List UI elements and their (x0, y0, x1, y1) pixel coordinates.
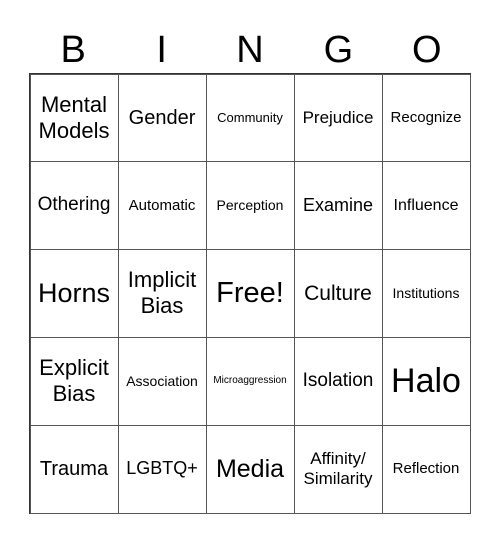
header-letter-b: B (60, 29, 86, 71)
header-letter-i: I (156, 29, 167, 71)
bingo-cell[interactable]: Examine (293, 161, 383, 251)
bingo-cell[interactable]: Isolation (293, 336, 383, 426)
bingo-cell[interactable]: Media (205, 424, 295, 514)
bingo-cell[interactable]: Automatic (117, 161, 207, 251)
bingo-cell[interactable]: Community (205, 73, 295, 163)
bingo-cell[interactable]: Othering (29, 161, 119, 251)
header-letter-n: N (236, 29, 264, 71)
bingo-cell[interactable]: Horns (29, 249, 119, 338)
bingo-cell[interactable]: Influence (381, 161, 471, 251)
bingo-cell[interactable]: Culture (293, 249, 383, 338)
bingo-header: B I N G O (29, 28, 471, 72)
bingo-cell[interactable]: Gender (117, 73, 207, 163)
bingo-cell[interactable]: Halo (381, 336, 471, 426)
bingo-cell[interactable]: Explicit Bias (29, 336, 119, 426)
bingo-cell[interactable]: Microaggression (205, 336, 295, 426)
bingo-cell[interactable]: Affinity/ Similarity (293, 424, 383, 514)
bingo-cell[interactable]: Prejudice (293, 73, 383, 163)
bingo-cell[interactable]: Reflection (381, 424, 471, 514)
free-space-cell[interactable]: Free! (205, 249, 295, 338)
bingo-cell[interactable]: Implicit Bias (117, 249, 207, 338)
bingo-cell[interactable]: Perception (205, 161, 295, 251)
bingo-cell[interactable]: Association (117, 336, 207, 426)
bingo-cell[interactable]: Mental Models (29, 73, 119, 163)
header-letter-g: G (323, 29, 354, 71)
bingo-cell[interactable]: Trauma (29, 424, 119, 514)
bingo-cell[interactable]: Recognize (381, 73, 471, 163)
header-letter-o: O (412, 29, 442, 71)
bingo-cell[interactable]: Institutions (381, 249, 471, 338)
bingo-grid: Mental Models Gender Community Prejudice… (29, 73, 471, 514)
bingo-cell[interactable]: LGBTQ+ (117, 424, 207, 514)
